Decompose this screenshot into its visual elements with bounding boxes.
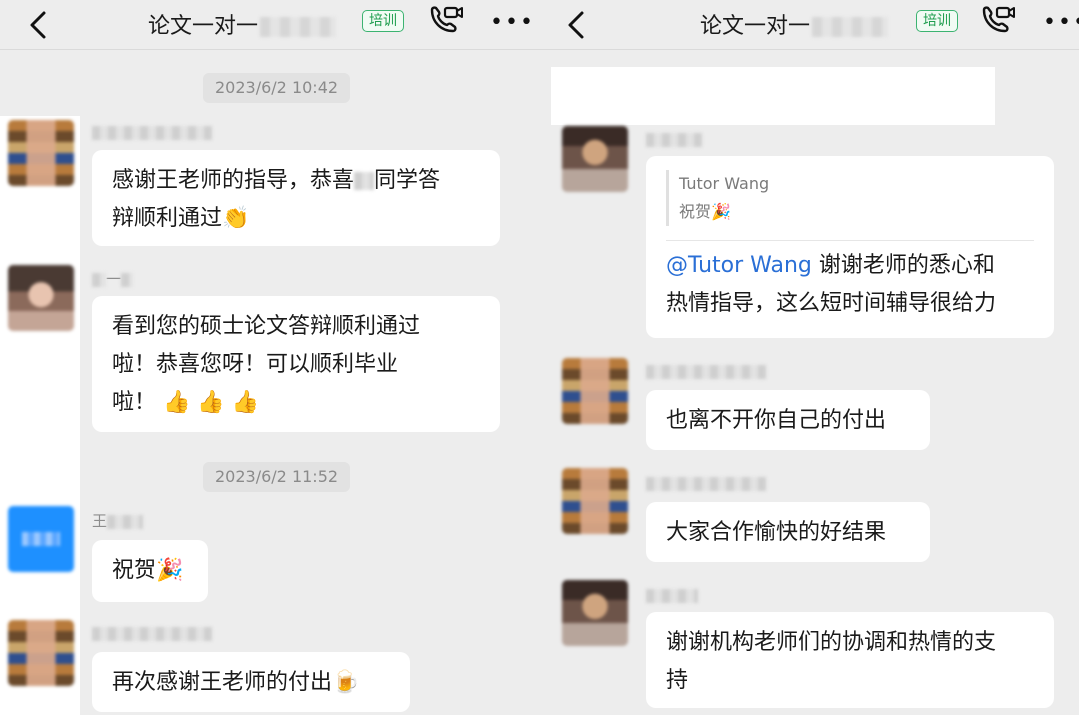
avatar[interactable]: [562, 580, 628, 646]
quote-divider: [666, 240, 1034, 241]
sender-name: [646, 474, 766, 492]
avatar[interactable]: [8, 620, 74, 686]
avatar[interactable]: [562, 126, 628, 192]
chat-title: 论文一对一: [148, 8, 337, 40]
redacted-name: [812, 17, 889, 37]
quoted-message[interactable]: Tutor Wang 祝贺🎉: [666, 170, 1034, 226]
avatar[interactable]: [8, 506, 74, 572]
chat-header: 论文一对一 培训 •••: [538, 0, 1079, 50]
training-badge: 培训: [916, 10, 958, 32]
quote-author: Tutor Wang: [679, 174, 770, 193]
message-bubble[interactable]: 祝贺🎉: [92, 540, 208, 602]
message-bubble[interactable]: 感谢王老师的指导，恭喜 同学答 辩顺利通过👏: [92, 150, 500, 246]
sender-name: [646, 586, 698, 604]
message-bubble[interactable]: 也离不开你自己的付出: [646, 390, 930, 450]
sender-name: 一: [92, 268, 134, 289]
more-options-icon[interactable]: •••: [1043, 10, 1079, 35]
chat-pane-right: 论文一对一 培训 ••• Tutor Wang 祝贺🎉 @Tutor Wang …: [538, 0, 1079, 715]
mention-link[interactable]: @Tutor Wang: [666, 253, 812, 278]
phone-video-call-icon[interactable]: [978, 4, 1016, 38]
message-timestamp: 2023/6/2 10:42: [203, 73, 351, 103]
sender-name: [92, 624, 212, 642]
message-bubble[interactable]: 看到您的硕士论文答辩顺利通过 啦！恭喜您呀！可以顺利毕业 啦！ 👍 👍 👍: [92, 296, 500, 432]
avatar[interactable]: [562, 468, 628, 534]
sender-name: [92, 123, 212, 141]
avatar[interactable]: [562, 358, 628, 424]
chat-header: 论文一对一 培训 •••: [0, 0, 538, 50]
chat-title: 论文一对一: [700, 8, 889, 40]
sender-name: 王: [92, 510, 144, 531]
quoted-reply-bubble[interactable]: Tutor Wang 祝贺🎉 @Tutor Wang 谢谢老师的悉心和 热情指导…: [646, 156, 1054, 338]
message-bubble[interactable]: 大家合作愉快的好结果: [646, 502, 930, 562]
sender-name: [646, 362, 766, 380]
avatar[interactable]: [8, 120, 74, 186]
message-timestamp: 2023/6/2 11:52: [203, 462, 351, 492]
quote-text: 祝贺🎉: [679, 202, 731, 221]
back-arrow-icon[interactable]: [564, 10, 590, 40]
blank-banner: [551, 67, 995, 125]
message-bubble[interactable]: 谢谢机构老师们的协调和热情的支 持: [646, 612, 1054, 708]
back-arrow-icon[interactable]: [26, 10, 52, 40]
message-bubble[interactable]: 再次感谢王老师的付出🍺: [92, 652, 410, 712]
sender-name: [646, 130, 702, 148]
phone-video-call-icon[interactable]: [426, 4, 464, 38]
redacted-name: [260, 17, 337, 37]
avatar[interactable]: [8, 265, 74, 331]
more-options-icon[interactable]: •••: [490, 10, 535, 35]
chat-pane-left: 论文一对一 培训 ••• 2023/6/2 10:42 感谢王老师的指导，恭喜同…: [0, 0, 538, 715]
training-badge: 培训: [362, 10, 404, 32]
